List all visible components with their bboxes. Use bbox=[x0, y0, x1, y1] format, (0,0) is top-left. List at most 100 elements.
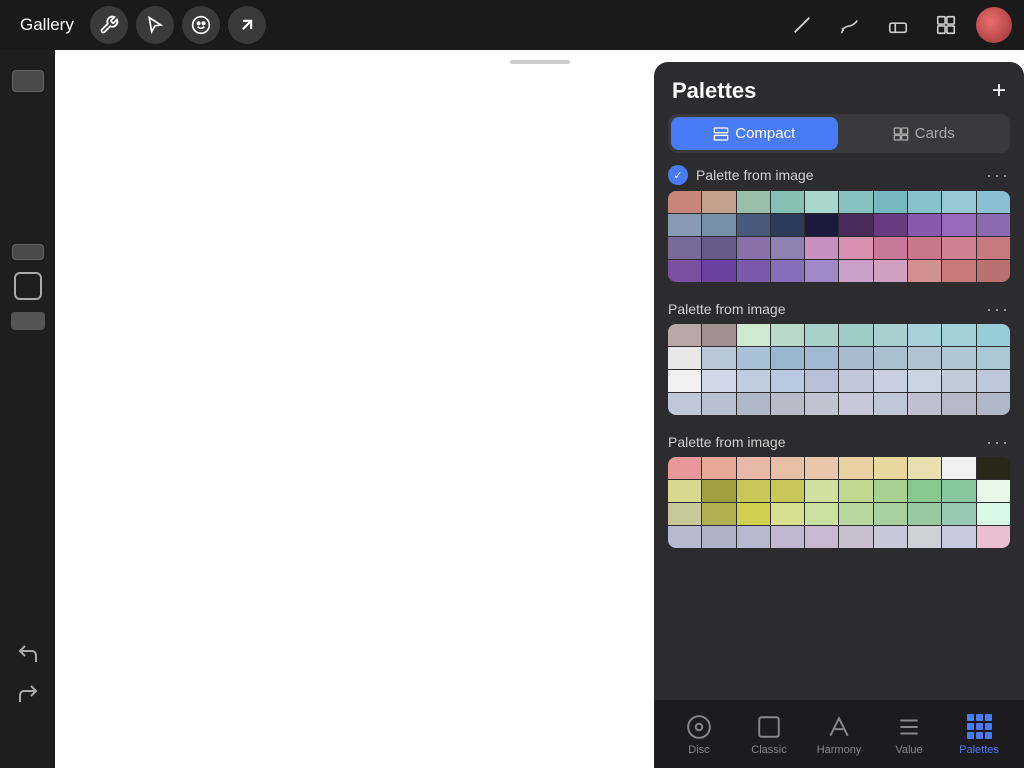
color-swatch-0-1-7[interactable] bbox=[908, 214, 941, 236]
color-swatch-1-2-4[interactable] bbox=[805, 370, 838, 392]
smudge-button[interactable] bbox=[182, 6, 220, 44]
color-swatch-2-3-3[interactable] bbox=[771, 526, 804, 548]
color-swatch-0-2-5[interactable] bbox=[839, 237, 872, 259]
color-swatch-2-0-0[interactable] bbox=[668, 457, 701, 479]
color-swatch-2-0-2[interactable] bbox=[737, 457, 770, 479]
color-swatch-1-0-9[interactable] bbox=[977, 324, 1010, 346]
redo-button[interactable] bbox=[14, 680, 42, 708]
color-swatch-2-0-9[interactable] bbox=[977, 457, 1010, 479]
add-palette-button[interactable]: + bbox=[992, 79, 1006, 103]
color-swatch-2-3-7[interactable] bbox=[908, 526, 941, 548]
color-swatch-2-3-8[interactable] bbox=[942, 526, 975, 548]
palette-more-button-1[interactable]: ··· bbox=[986, 300, 1010, 318]
color-swatch-0-0-6[interactable] bbox=[874, 191, 907, 213]
color-swatch-1-2-5[interactable] bbox=[839, 370, 872, 392]
brush-tool-button[interactable] bbox=[832, 7, 868, 43]
color-swatch-2-0-3[interactable] bbox=[771, 457, 804, 479]
color-swatch-2-2-5[interactable] bbox=[839, 503, 872, 525]
color-swatch-2-3-5[interactable] bbox=[839, 526, 872, 548]
color-swatch-0-2-8[interactable] bbox=[942, 237, 975, 259]
color-swatch-1-0-0[interactable] bbox=[668, 324, 701, 346]
color-swatch-1-3-5[interactable] bbox=[839, 393, 872, 415]
color-swatch-0-1-9[interactable] bbox=[977, 214, 1010, 236]
opacity-slider[interactable] bbox=[12, 70, 44, 92]
color-swatch-1-0-3[interactable] bbox=[771, 324, 804, 346]
color-swatch-0-1-8[interactable] bbox=[942, 214, 975, 236]
color-swatch-2-2-9[interactable] bbox=[977, 503, 1010, 525]
color-swatch-2-2-3[interactable] bbox=[771, 503, 804, 525]
color-swatch-1-2-0[interactable] bbox=[668, 370, 701, 392]
nav-palettes[interactable]: Palettes bbox=[944, 713, 1014, 756]
color-swatch-2-1-1[interactable] bbox=[702, 480, 735, 502]
color-swatch-2-1-4[interactable] bbox=[805, 480, 838, 502]
color-swatch-0-2-9[interactable] bbox=[977, 237, 1010, 259]
color-swatch-0-3-8[interactable] bbox=[942, 260, 975, 282]
color-swatch-2-3-2[interactable] bbox=[737, 526, 770, 548]
tab-compact[interactable]: Compact bbox=[671, 117, 838, 150]
layers-button[interactable] bbox=[928, 7, 964, 43]
color-swatch-1-3-6[interactable] bbox=[874, 393, 907, 415]
color-swatch-0-0-0[interactable] bbox=[668, 191, 701, 213]
color-swatch-0-1-6[interactable] bbox=[874, 214, 907, 236]
color-swatch-1-3-4[interactable] bbox=[805, 393, 838, 415]
color-swatch-0-1-5[interactable] bbox=[839, 214, 872, 236]
color-swatch-1-3-1[interactable] bbox=[702, 393, 735, 415]
color-swatch-1-0-6[interactable] bbox=[874, 324, 907, 346]
color-swatch-1-1-7[interactable] bbox=[908, 347, 941, 369]
color-swatch-2-2-1[interactable] bbox=[702, 503, 735, 525]
nav-classic[interactable]: Classic bbox=[734, 713, 804, 756]
nav-disc[interactable]: Disc bbox=[664, 713, 734, 756]
color-swatch-0-2-4[interactable] bbox=[805, 237, 838, 259]
color-swatch-2-2-2[interactable] bbox=[737, 503, 770, 525]
color-swatch-2-0-6[interactable] bbox=[874, 457, 907, 479]
wrench-button[interactable] bbox=[90, 6, 128, 44]
color-swatch-0-3-9[interactable] bbox=[977, 260, 1010, 282]
color-swatch-2-3-6[interactable] bbox=[874, 526, 907, 548]
color-swatch-0-3-5[interactable] bbox=[839, 260, 872, 282]
color-swatch-2-2-0[interactable] bbox=[668, 503, 701, 525]
color-swatch-0-0-2[interactable] bbox=[737, 191, 770, 213]
color-swatch-1-0-5[interactable] bbox=[839, 324, 872, 346]
color-swatch-2-3-4[interactable] bbox=[805, 526, 838, 548]
color-swatch-1-3-7[interactable] bbox=[908, 393, 941, 415]
nav-harmony[interactable]: Harmony bbox=[804, 713, 874, 756]
color-swatch-1-0-1[interactable] bbox=[702, 324, 735, 346]
color-swatch-0-2-7[interactable] bbox=[908, 237, 941, 259]
color-swatch-1-3-2[interactable] bbox=[737, 393, 770, 415]
color-swatch-1-1-3[interactable] bbox=[771, 347, 804, 369]
color-swatch-2-3-0[interactable] bbox=[668, 526, 701, 548]
size-slider[interactable] bbox=[12, 244, 44, 260]
layer-thumb[interactable] bbox=[11, 312, 45, 330]
color-swatch-2-0-1[interactable] bbox=[702, 457, 735, 479]
color-swatch-0-0-3[interactable] bbox=[771, 191, 804, 213]
color-swatch-1-2-1[interactable] bbox=[702, 370, 735, 392]
color-swatch-2-1-5[interactable] bbox=[839, 480, 872, 502]
color-swatch-2-1-7[interactable] bbox=[908, 480, 941, 502]
color-swatch-1-3-8[interactable] bbox=[942, 393, 975, 415]
color-swatch-0-3-2[interactable] bbox=[737, 260, 770, 282]
color-swatch-1-2-7[interactable] bbox=[908, 370, 941, 392]
color-swatch-2-1-9[interactable] bbox=[977, 480, 1010, 502]
color-swatch-0-0-1[interactable] bbox=[702, 191, 735, 213]
eraser-tool-button[interactable] bbox=[880, 7, 916, 43]
color-swatch-0-3-4[interactable] bbox=[805, 260, 838, 282]
color-swatch-0-3-3[interactable] bbox=[771, 260, 804, 282]
color-swatch-0-1-2[interactable] bbox=[737, 214, 770, 236]
color-swatch-1-1-9[interactable] bbox=[977, 347, 1010, 369]
color-swatch-0-2-2[interactable] bbox=[737, 237, 770, 259]
palette-more-button-2[interactable]: ··· bbox=[986, 433, 1010, 451]
color-swatch-1-3-9[interactable] bbox=[977, 393, 1010, 415]
color-swatch-0-2-0[interactable] bbox=[668, 237, 701, 259]
color-swatch-1-2-9[interactable] bbox=[977, 370, 1010, 392]
color-swatch-0-0-7[interactable] bbox=[908, 191, 941, 213]
color-swatch-0-0-5[interactable] bbox=[839, 191, 872, 213]
undo-button[interactable] bbox=[14, 640, 42, 668]
color-swatch-2-3-1[interactable] bbox=[702, 526, 735, 548]
color-swatch-0-0-4[interactable] bbox=[805, 191, 838, 213]
color-swatch-2-2-4[interactable] bbox=[805, 503, 838, 525]
color-swatch-1-1-5[interactable] bbox=[839, 347, 872, 369]
color-swatch-0-1-0[interactable] bbox=[668, 214, 701, 236]
cursor-button[interactable] bbox=[136, 6, 174, 44]
color-swatch-1-2-3[interactable] bbox=[771, 370, 804, 392]
color-swatch-0-2-3[interactable] bbox=[771, 237, 804, 259]
